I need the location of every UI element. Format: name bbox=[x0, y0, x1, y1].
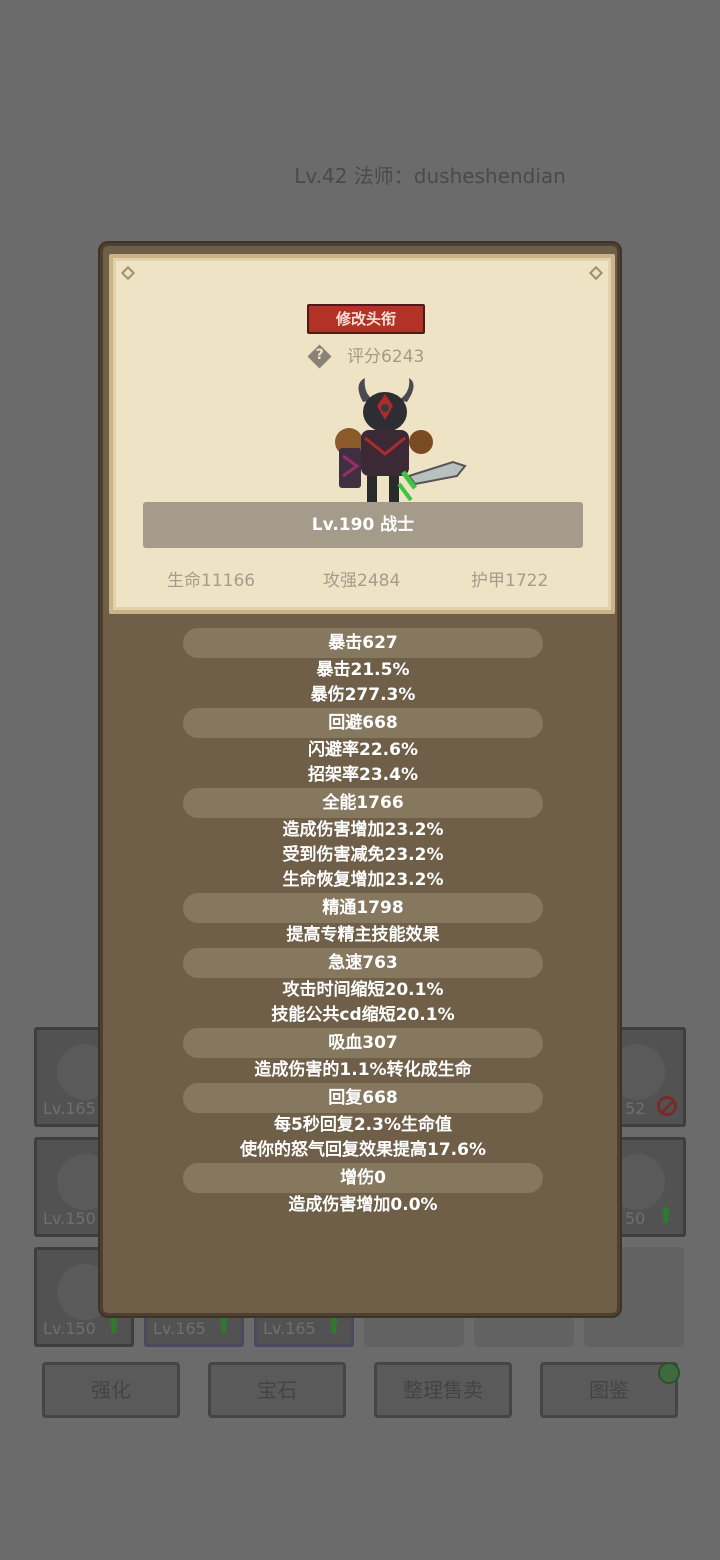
stat-group-header: 增伤0 bbox=[183, 1163, 543, 1193]
stat-line: 造成伤害的1.1%转化成生命 bbox=[254, 1060, 472, 1080]
ban-icon bbox=[657, 1096, 677, 1116]
slot-level: Lv.165 bbox=[263, 1319, 316, 1338]
slot-level: 52 bbox=[625, 1099, 646, 1118]
gem-button[interactable]: 宝石 bbox=[208, 1362, 346, 1418]
upgrade-arrow-icon: ⬆ bbox=[656, 1204, 676, 1229]
stat-line: 生命恢复增加23.2% bbox=[282, 870, 444, 890]
sort-sell-button[interactable]: 整理售卖 bbox=[374, 1362, 512, 1418]
stat-line: 每5秒回复2.3%生命值 bbox=[274, 1115, 452, 1135]
upgrade-arrow-icon: ⬆ bbox=[104, 1314, 124, 1339]
stat-line: 技能公共cd缩短20.1% bbox=[271, 1005, 455, 1025]
armor-stat: 护甲1722 bbox=[471, 571, 549, 591]
player-header: Lv.42 法师：dusheshendian bbox=[294, 164, 566, 188]
upgrade-arrow-icon: ⬆ bbox=[324, 1314, 344, 1339]
stat-line: 造成伤害增加23.2% bbox=[282, 820, 444, 840]
warrior-character-sprite bbox=[335, 378, 467, 502]
corner-ornament bbox=[120, 265, 136, 281]
character-card: 修改头衔 ? 评分6243 Lv.190 战士 生命11166 攻强2484 护… bbox=[109, 254, 615, 614]
stat-line: 闪避率22.6% bbox=[308, 740, 418, 760]
enhance-button[interactable]: 强化 bbox=[42, 1362, 180, 1418]
slot-level: 50 bbox=[625, 1209, 646, 1228]
stat-group-header: 暴击627 bbox=[183, 628, 543, 658]
slot-level: Lv.150 bbox=[43, 1209, 96, 1228]
stat-line: 受到伤害减免23.2% bbox=[282, 845, 444, 865]
stat-group-header: 回避668 bbox=[183, 708, 543, 738]
stat-group-header: 吸血307 bbox=[183, 1028, 543, 1058]
score-text: 评分6243 bbox=[347, 347, 425, 367]
stats-list: 暴击627 暴击21.5% 暴伤277.3% 回避668 闪避率22.6% 招架… bbox=[103, 628, 623, 1218]
stat-line: 提高专精主技能效果 bbox=[286, 925, 440, 945]
help-icon[interactable]: ? bbox=[308, 345, 332, 369]
character-name-bar: Lv.190 战士 bbox=[143, 502, 583, 548]
stat-line: 造成伤害增加0.0% bbox=[288, 1195, 438, 1215]
stat-line: 招架率23.4% bbox=[308, 765, 418, 785]
notification-icon bbox=[658, 1362, 680, 1384]
stat-line: 攻击时间缩短20.1% bbox=[282, 980, 444, 1000]
stat-group-header: 回复668 bbox=[183, 1083, 543, 1113]
stat-group-header: 全能1766 bbox=[183, 788, 543, 818]
score-row: ? 评分6243 bbox=[113, 342, 619, 368]
stat-line: 暴伤277.3% bbox=[310, 685, 416, 705]
slot-level: Lv.150 bbox=[43, 1319, 96, 1338]
stat-line: 使你的怒气回复效果提高17.6% bbox=[240, 1140, 486, 1160]
slot-level: Lv.165 bbox=[153, 1319, 206, 1338]
hp-stat: 生命11166 bbox=[167, 571, 256, 591]
slot-level: Lv.165 bbox=[43, 1099, 96, 1118]
stat-group-header: 急速763 bbox=[183, 948, 543, 978]
attack-stat: 攻强2484 bbox=[323, 571, 401, 591]
stat-line: 暴击21.5% bbox=[316, 660, 410, 680]
corner-ornament bbox=[588, 265, 604, 281]
character-stats-modal: 修改头衔 ? 评分6243 Lv.190 战士 生命11166 攻强2484 护… bbox=[100, 243, 620, 1316]
stat-group-header: 精通1798 bbox=[183, 893, 543, 923]
upgrade-arrow-icon: ⬆ bbox=[214, 1314, 234, 1339]
edit-title-button[interactable]: 修改头衔 bbox=[307, 304, 425, 334]
